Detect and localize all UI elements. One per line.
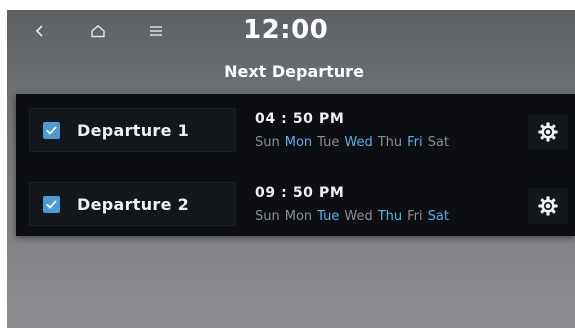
departure-row-1: Departure 1 04 : 50 PM Sun Mon Tue Wed Thu Fr… [16, 98, 575, 152]
day-sun: Sun [255, 209, 280, 224]
status-bar: 12:00 [7, 10, 575, 54]
day-wed: Wed [344, 209, 373, 224]
departure-list: Departure 1 04 : 50 PM Sun Mon Tue Wed Thu Fr… [16, 94, 575, 236]
clock: 12:00 [243, 15, 329, 45]
departure-2-toggle[interactable]: Departure 2 [29, 182, 236, 226]
departure-1-days: Sun Mon Tue Wed Thu Fri Sat [255, 135, 454, 150]
departure-row-2: Departure 2 09 : 50 PM Sun Mon Tue Wed Thu Fr… [16, 172, 575, 226]
menu-button[interactable] [143, 18, 169, 44]
back-arrow-icon [35, 25, 43, 37]
departure-1-checkbox[interactable] [43, 121, 60, 139]
back-button[interactable] [27, 18, 53, 44]
day-mon: Mon [284, 209, 313, 224]
day-wed: Wed [344, 135, 373, 150]
day-sun: Sun [255, 135, 280, 150]
departure-1-time: 04 : 50 PM [255, 111, 345, 127]
day-sat: Sat [427, 135, 449, 150]
checkmark-icon [46, 199, 57, 209]
departure-1-settings-button[interactable] [528, 114, 568, 150]
departure-2-time: 09 : 50 PM [255, 185, 345, 201]
departure-2-checkbox[interactable] [43, 195, 60, 213]
day-mon: Mon [284, 135, 313, 150]
day-thu: Thu [377, 135, 403, 150]
departure-2-label: Departure 2 [77, 194, 190, 214]
day-thu: Thu [377, 209, 403, 224]
page-title: Next Departure [224, 62, 364, 81]
checkmark-icon [46, 125, 57, 135]
screen: 12:00 Next Departure Departure 1 04 : 50… [7, 10, 575, 328]
departure-2-days: Sun Mon Tue Wed Thu Fri Sat [255, 209, 454, 224]
day-fri: Fri [407, 209, 423, 224]
gear-icon [538, 196, 558, 216]
departure-1-toggle[interactable]: Departure 1 [29, 108, 236, 152]
day-fri: Fri [407, 135, 423, 150]
departure-1-label: Departure 1 [77, 120, 190, 140]
departure-2-settings-button[interactable] [528, 188, 568, 224]
menu-icon [150, 26, 162, 36]
home-icon [91, 25, 105, 38]
gear-icon [538, 122, 558, 142]
day-sat: Sat [427, 209, 449, 224]
home-button[interactable] [85, 18, 111, 44]
day-tue: Tue [317, 209, 340, 224]
day-tue: Tue [317, 135, 340, 150]
